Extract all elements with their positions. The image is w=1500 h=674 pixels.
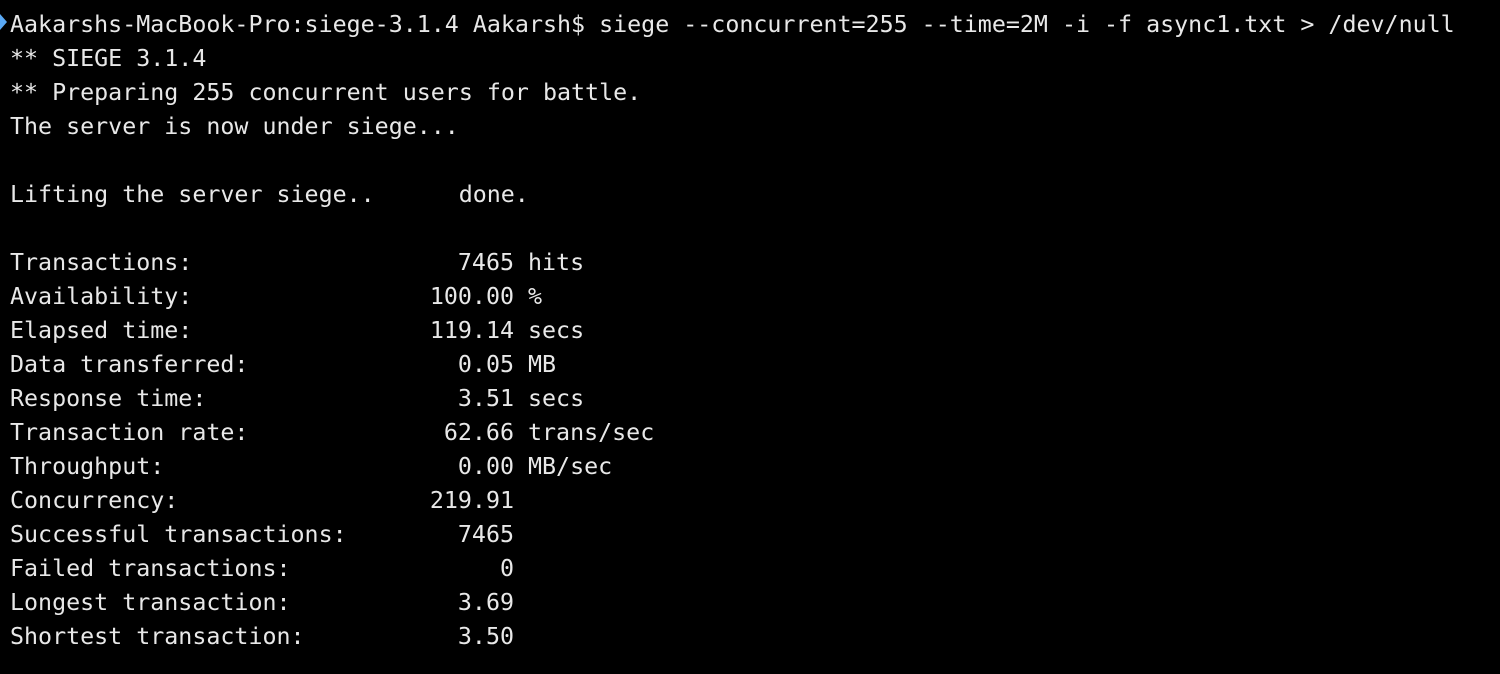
stat-row-successful-transactions: Successful transactions: 7465 bbox=[10, 518, 1500, 552]
lifting-siege-line: Lifting the server siege.. done. bbox=[10, 178, 1500, 212]
stat-value: 0.05 bbox=[457, 351, 514, 378]
stat-value: 100.00 bbox=[429, 283, 514, 310]
stat-value: 119.14 bbox=[429, 317, 514, 344]
under-siege-message: The server is now under siege... bbox=[10, 113, 459, 140]
stat-label: Elapsed time: bbox=[10, 317, 193, 344]
preparing-message: ** Preparing 255 concurrent users for ba… bbox=[10, 79, 642, 106]
stat-row-data-transferred: Data transferred: 0.05 MB bbox=[10, 348, 1500, 382]
stat-row-response-time: Response time: 3.51 secs bbox=[10, 382, 1500, 416]
stat-row-failed-transactions: Failed transactions: 0 bbox=[10, 552, 1500, 586]
stat-label: Concurrency: bbox=[10, 487, 179, 514]
stat-row-transactions: Transactions: 7465 hits bbox=[10, 246, 1500, 280]
lifting-label: Lifting the server siege.. bbox=[10, 181, 375, 208]
stat-label: Availability: bbox=[10, 283, 193, 310]
stat-label: Throughput: bbox=[10, 453, 165, 480]
stat-label: Transactions: bbox=[10, 249, 193, 276]
stat-label: Failed transactions: bbox=[10, 555, 291, 582]
stat-value: 3.69 bbox=[457, 589, 514, 616]
stat-row-concurrency: Concurrency: 219.91 bbox=[10, 484, 1500, 518]
command-line: Aakarshs-MacBook-Pro:siege-3.1.4 Aakarsh… bbox=[10, 11, 1455, 38]
stat-unit: MB/sec bbox=[528, 453, 613, 480]
terminal-window[interactable]: Aakarshs-MacBook-Pro:siege-3.1.4 Aakarsh… bbox=[0, 0, 1500, 674]
stat-row-elapsed-time: Elapsed time: 119.14 secs bbox=[10, 314, 1500, 348]
stat-unit: trans/sec bbox=[528, 419, 655, 446]
lifting-status: done. bbox=[458, 181, 529, 208]
stat-value: 0 bbox=[499, 555, 514, 582]
stat-unit: secs bbox=[528, 385, 585, 412]
stat-value: 62.66 bbox=[443, 419, 514, 446]
stat-label: Transaction rate: bbox=[10, 419, 249, 446]
stat-unit: MB bbox=[528, 351, 557, 378]
prompt-marker-icon bbox=[0, 14, 7, 30]
stat-value: 3.51 bbox=[457, 385, 514, 412]
stat-row-availability: Availability: 100.00% bbox=[10, 280, 1500, 314]
stat-label: Longest transaction: bbox=[10, 589, 291, 616]
stat-unit: hits bbox=[528, 249, 585, 276]
stat-unit: secs bbox=[528, 317, 585, 344]
stat-row-longest-transaction: Longest transaction: 3.69 bbox=[10, 586, 1500, 620]
stat-value: 7465 bbox=[457, 521, 514, 548]
stat-label: Response time: bbox=[10, 385, 207, 412]
stat-row-transaction-rate: Transaction rate: 62.66 trans/sec bbox=[10, 416, 1500, 450]
siege-version: ** SIEGE 3.1.4 bbox=[10, 45, 207, 72]
stat-value: 7465 bbox=[457, 249, 514, 276]
stat-row-shortest-transaction: Shortest transaction: 3.50 bbox=[10, 620, 1500, 654]
stat-label: Data transferred: bbox=[10, 351, 249, 378]
stat-label: Shortest transaction: bbox=[10, 623, 305, 650]
stat-row-throughput: Throughput: 0.00 MB/sec bbox=[10, 450, 1500, 484]
stat-label: Successful transactions: bbox=[10, 521, 347, 548]
stat-value: 219.91 bbox=[429, 487, 514, 514]
stat-value: 0.00 bbox=[457, 453, 514, 480]
stat-unit: % bbox=[528, 283, 543, 310]
stat-value: 3.50 bbox=[457, 623, 514, 650]
